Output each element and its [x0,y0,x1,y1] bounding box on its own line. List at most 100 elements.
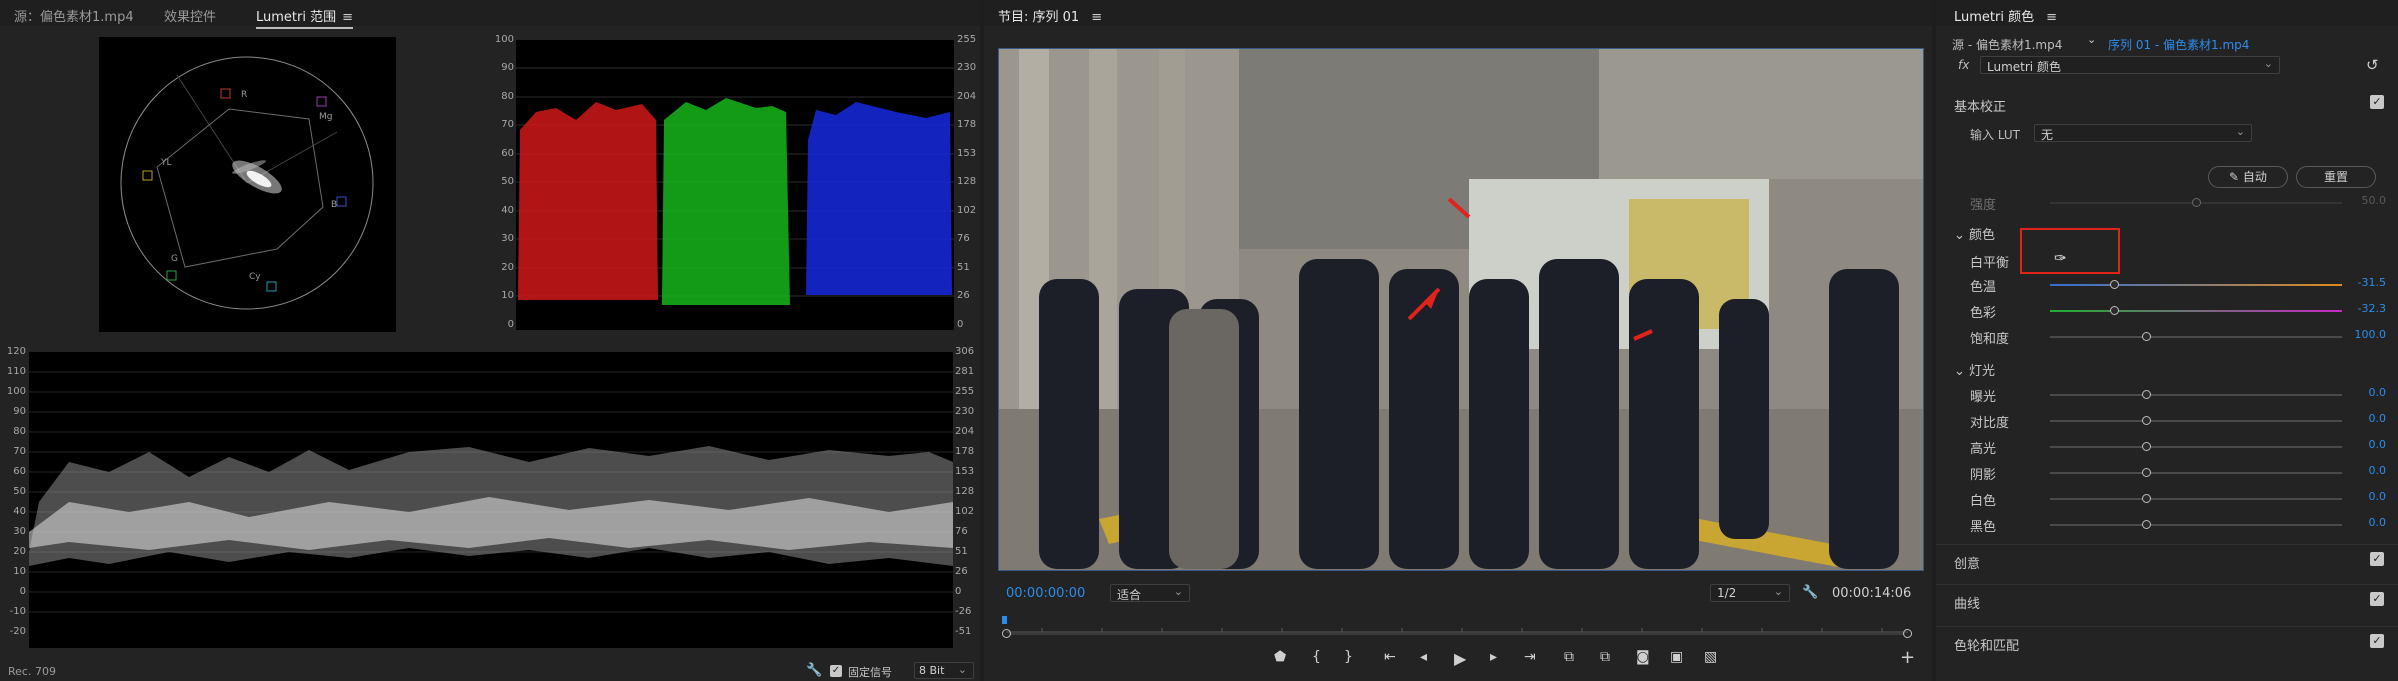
saturation-value[interactable]: 100.0 [2355,328,2387,341]
blacks-slider-knob[interactable] [2142,520,2152,529]
tab-source[interactable]: 源：偏色素材1.mp4 [14,6,134,25]
panel-menu-icon[interactable]: ≡ [342,10,353,25]
panel-menu-icon[interactable]: ≡ [1091,10,1102,25]
hist-scale-tick: 20 [501,262,514,273]
blacks-value[interactable]: 0.0 [2369,516,2387,529]
exposure-slider-knob[interactable] [2142,390,2152,399]
light-group-header[interactable]: ⌄ 灯光 [1954,360,1995,379]
section-color-wheels[interactable]: 色轮和匹配 ✓ [1936,626,2398,656]
contrast-slider[interactable] [2050,416,2342,425]
saturation-slider-knob[interactable] [2142,332,2152,341]
section-curves[interactable]: 曲线 ✓ [1936,584,2398,614]
auto-button[interactable]: ✎ 自动 [2208,166,2288,188]
creative-checkbox[interactable]: ✓ [2370,552,2384,566]
wave-scale-tick: 90 [13,406,26,417]
input-lut-dropdown[interactable]: 无 ⌄ [2034,124,2252,142]
go-to-out-icon[interactable]: ⇥ [1524,649,1536,665]
playback-scrubber[interactable] [1002,629,1912,639]
step-forward-icon[interactable]: ▸ [1490,649,1497,665]
color-group-header[interactable]: ⌄ 颜色 [1954,224,1995,243]
scrubber-start-handle[interactable] [1002,629,1011,638]
scrubber-end-handle[interactable] [1903,629,1912,638]
temperature-slider[interactable] [2050,280,2342,289]
intensity-slider-knob [2192,198,2201,207]
saturation-slider[interactable] [2050,332,2342,341]
bit-depth-dropdown[interactable]: 8 Bit ⌄ [914,662,974,679]
tab-program-monitor[interactable]: 节目: 序列 01 ≡ [998,6,1102,27]
settings-wrench-icon[interactable]: 🔧 [1802,585,1818,600]
section-creative[interactable]: 创意 ✓ [1936,544,2398,574]
zoom-dropdown[interactable]: 适合 ⌄ [1110,584,1190,602]
current-timecode[interactable]: 00:00:00:00 [1006,586,1085,601]
eyedropper-icon[interactable]: ✑ [2054,249,2067,267]
shadows-slider-knob[interactable] [2142,468,2152,477]
contrast-slider-knob[interactable] [2142,416,2152,425]
shadows-value[interactable]: 0.0 [2369,464,2387,477]
contrast-value[interactable]: 0.0 [2369,412,2387,425]
scopes-footer: Rec. 709 🔧 ✓ 固定信号 8 Bit ⌄ [0,661,980,681]
resolution-value: 1/2 [1717,586,1737,600]
tab-lumetri-scopes[interactable]: Lumetri 范围 ≡ [256,6,354,29]
tab-lumetri-color[interactable]: Lumetri 颜色 ≡ [1954,6,2057,27]
exposure-value[interactable]: 0.0 [2369,386,2387,399]
tint-slider[interactable] [2050,306,2342,315]
resolution-dropdown[interactable]: 1/2 ⌄ [1710,584,1790,602]
extract-icon[interactable]: ⧉ [1600,649,1610,665]
reset-button[interactable]: 重置 [2296,166,2376,188]
white-balance-highlight [2020,228,2120,274]
curves-checkbox[interactable]: ✓ [2370,592,2384,606]
whites-value[interactable]: 0.0 [2369,490,2387,503]
effect-select-dropdown[interactable]: Lumetri 颜色 ⌄ [1980,56,2280,74]
program-tab-bar: 节目: 序列 01 ≡ [984,0,1932,26]
tint-slider-knob[interactable] [2110,306,2120,315]
sequence-clip-link[interactable]: 序列 01 - 偏色素材1.mp4 [2108,36,2249,53]
highlights-slider[interactable] [2050,442,2342,451]
chevron-down-icon: ⌄ [1773,585,1783,598]
camera-icon[interactable]: ◙ [1636,649,1650,665]
comparison-icon[interactable]: ▧ [1704,649,1717,665]
hist-scale-tick: 100 [494,34,514,45]
go-to-in-icon[interactable]: ⇤ [1384,649,1396,665]
fx-badge[interactable]: fx [1958,58,1969,72]
highlights-value[interactable]: 0.0 [2369,438,2387,451]
chevron-down-icon[interactable]: ⌄ [2087,33,2096,46]
blacks-slider[interactable] [2050,520,2342,529]
wave-scale-tick: 255 [955,386,975,397]
section-basic-correction[interactable]: 基本校正 ✓ [1936,88,2398,118]
intensity-row: 强度 50.0 [1936,190,2398,216]
panel-menu-icon[interactable]: ≡ [2046,10,2057,25]
video-frame[interactable] [998,48,1924,571]
add-icon[interactable]: + [1900,647,1915,668]
reset-effect-icon[interactable]: ↺ [2366,56,2379,74]
program-monitor-panel: 节目: 序列 01 ≡ 00:00:00:00 适合 ⌄ 1/2 ⌄ 🔧 00:… [984,0,1932,681]
wave-scale-tick: 281 [955,366,975,377]
step-back-icon[interactable]: ◂ [1420,649,1427,665]
tab-lumetri-scopes-label: Lumetri 范围 [256,10,337,25]
play-icon[interactable]: ▶ [1454,649,1466,668]
marker-icon[interactable]: ⬟ [1274,649,1286,665]
shadows-slider[interactable] [2050,468,2342,477]
hist-scale-tick: 153 [957,148,977,159]
exposure-slider[interactable] [2050,390,2342,399]
in-point-icon[interactable]: { [1312,649,1321,665]
chevron-down-icon: ⌄ [957,663,967,676]
temperature-value[interactable]: -31.5 [2358,276,2386,289]
clamp-signal-checkbox[interactable]: ✓ [830,665,842,677]
auto-button-label: 自动 [2242,170,2267,184]
temperature-slider-knob[interactable] [2110,280,2120,289]
out-point-icon[interactable]: } [1344,649,1353,665]
basic-correction-checkbox[interactable]: ✓ [2370,95,2384,109]
whites-slider[interactable] [2050,494,2342,503]
program-title: 节目: 序列 01 [998,10,1080,25]
color-wheels-checkbox[interactable]: ✓ [2370,634,2384,648]
lift-icon[interactable]: ⧉ [1564,649,1574,665]
highlights-slider-knob[interactable] [2142,442,2152,451]
whites-slider-knob[interactable] [2142,494,2152,503]
vs-label-mg: Mg [319,112,332,122]
intensity-label: 强度 [1970,198,1997,213]
hist-scale-tick: 40 [501,205,514,216]
multi-camera-icon[interactable]: ▣ [1670,649,1683,665]
tint-value[interactable]: -32.3 [2358,302,2386,315]
wrench-icon[interactable]: 🔧 [806,663,822,678]
tab-effect-controls[interactable]: 效果控件 [164,6,216,25]
